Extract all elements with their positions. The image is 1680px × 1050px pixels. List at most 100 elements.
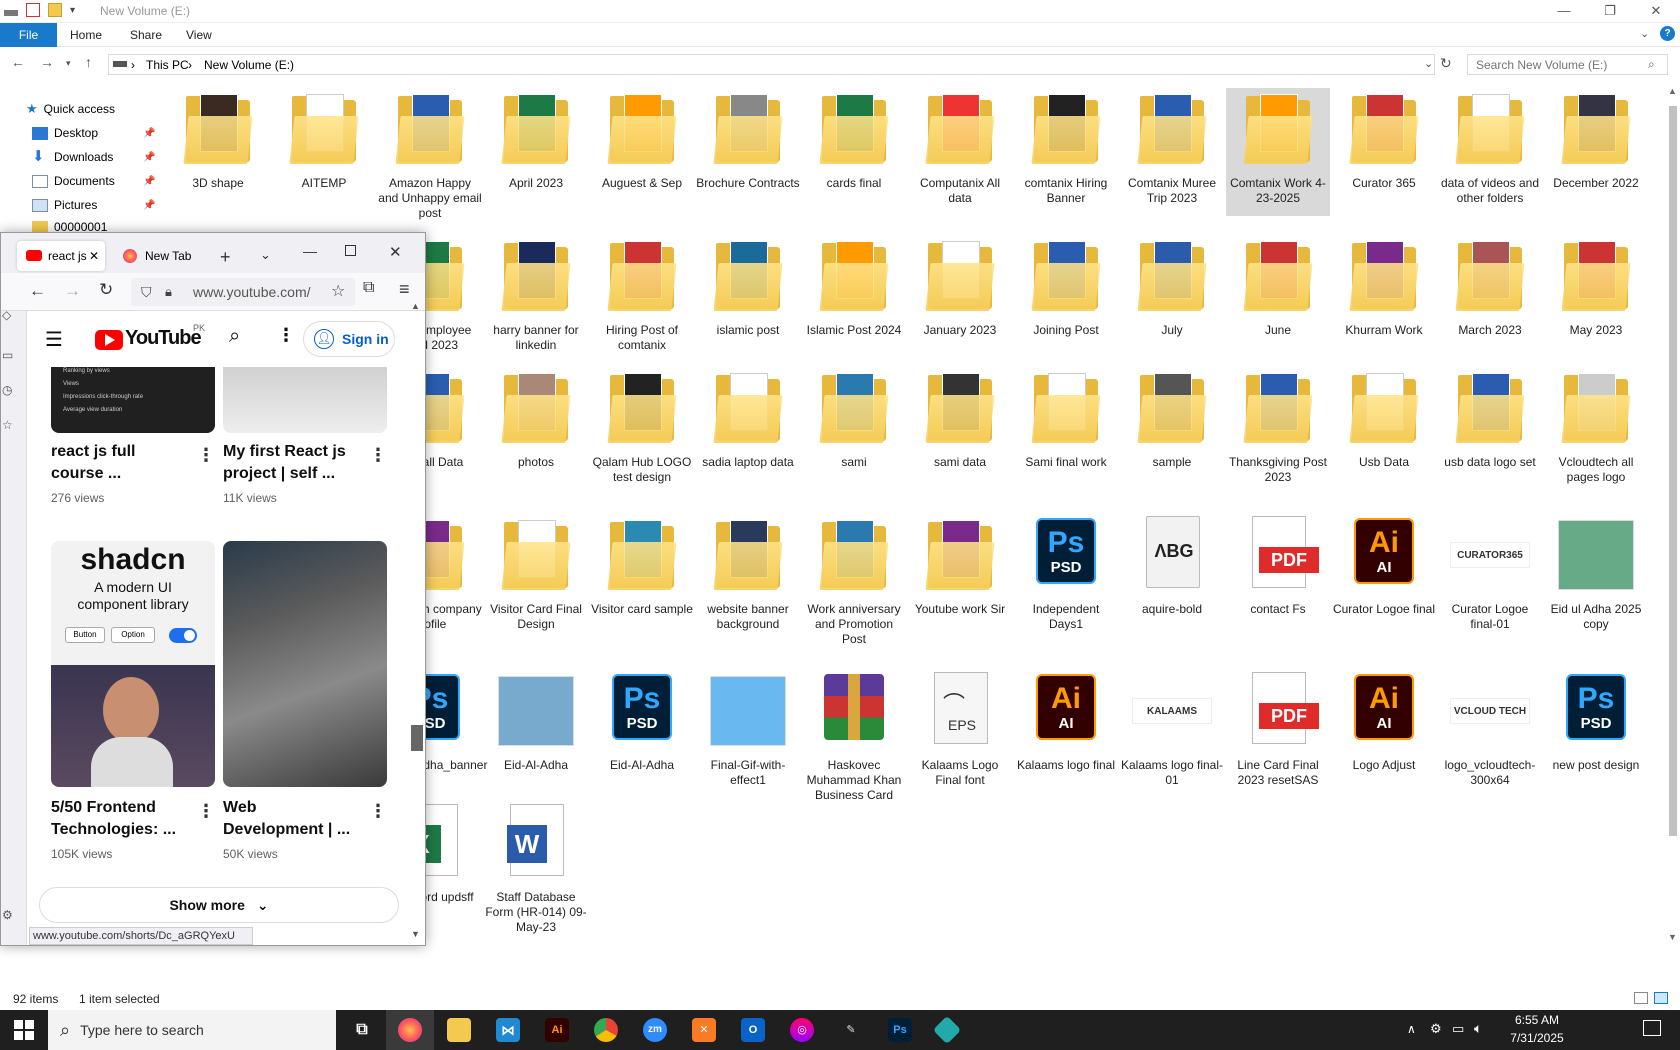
file-item[interactable]: sami [802,367,906,495]
page-scroll-up-icon[interactable]: ▲ [411,301,420,311]
file-item[interactable]: cards final [802,88,906,216]
file-item[interactable]: ⌒ EPS Kalaams Logo Final font [908,670,1012,800]
new-folder-icon[interactable] [48,3,62,17]
file-item[interactable]: Ai AI Kalaams logo final [1014,670,1118,800]
nav-desktop[interactable]: Desktop [32,122,98,144]
video-menu-icon[interactable]: ⋮ [197,445,215,466]
large-icons-view-icon[interactable] [1654,992,1668,1004]
file-item[interactable]: website banner background [696,514,800,642]
file-item[interactable]: April 2023 [484,88,588,216]
tab-share[interactable]: Share [116,23,176,47]
file-item[interactable]: Eid ul Adha 2025 copy [1544,514,1648,642]
file-item[interactable]: Comtanix Work 4-23-2025 [1226,88,1330,216]
file-explorer-taskbar-icon[interactable] [447,1018,471,1042]
file-item[interactable]: sami data [908,367,1012,495]
pen-tool-taskbar-icon[interactable]: ✎ [839,1018,863,1042]
file-item[interactable]: Brochure Contracts [696,88,800,216]
taskbar-search[interactable]: ⌕ Type here to search [48,1010,336,1050]
file-item[interactable]: islamic post [696,235,800,363]
file-item[interactable]: July [1120,235,1224,363]
refresh-icon[interactable]: ↻ [1440,55,1452,72]
file-item[interactable]: data of videos and other folders [1438,88,1542,216]
file-item[interactable]: W Staff Database Form (HR-014) 09-May-23 [484,802,588,934]
file-item[interactable]: Sami final work [1014,367,1118,495]
file-item[interactable]: harry banner for linkedin [484,235,588,363]
expand-ribbon-icon[interactable]: ⌄ [1640,27,1649,40]
file-item[interactable]: Curator 365 [1332,88,1436,216]
scroll-up-icon[interactable]: ▲ [1668,86,1677,96]
file-item[interactable]: Work anniversary and Promotion Post [802,514,906,646]
file-item[interactable]: photos [484,367,588,495]
file-item[interactable]: AITEMP [272,88,376,216]
file-item[interactable]: ΛBG aquire-bold [1120,514,1224,642]
file-item[interactable]: Ps PSD Independent Days1 [1014,514,1118,642]
pin-icon[interactable]: 📌 [143,200,155,211]
file-item[interactable]: PDF Line Card Final 2023 resetSAS [1226,670,1330,800]
browser-close-button[interactable]: ✕ [389,243,402,261]
video-title[interactable]: Web Development | ... [223,797,359,841]
file-item[interactable]: Ai AI Logo Adjust [1332,670,1436,800]
video-menu-icon[interactable]: ⋮ [369,445,387,466]
hamburger-menu-icon[interactable]: ☰ [45,327,63,352]
vertical-scrollbar[interactable]: ▲ ▼ [1666,86,1680,986]
video-thumbnail[interactable]: shadcn A modern UI component library But… [51,541,215,787]
show-hidden-icons[interactable]: ∧ [1407,1022,1416,1036]
tab-view[interactable]: View [172,23,226,47]
browser-menu-icon[interactable]: ≡ [399,279,410,300]
file-item[interactable]: PDF contact Fs [1226,514,1330,642]
file-item[interactable]: December 2022 [1544,88,1648,216]
breadcrumb-volume[interactable]: New Volume (E:) [204,58,294,72]
nav-pictures[interactable]: Pictures [32,194,97,216]
file-item[interactable]: Usb Data [1332,367,1436,495]
clock-date[interactable]: 7/31/2025 [1502,1031,1572,1045]
video-thumbnail[interactable] [223,541,387,787]
file-item[interactable]: Thanksgiving Post 2023 [1226,367,1330,495]
minimize-button[interactable]: — [1541,0,1587,23]
zoom-taskbar-icon[interactable]: zm [643,1018,667,1042]
pin-icon[interactable]: 📌 [143,128,155,139]
file-item[interactable]: usb data logo set [1438,367,1542,495]
video-thumbnail[interactable]: Ranking by views Views Impressions click… [51,367,215,433]
more-options-icon[interactable]: ⋮ [277,325,295,346]
address-bar[interactable]: › This PC › New Volume (E:) ⌄ [108,54,1435,75]
file-item[interactable]: March 2023 [1438,235,1542,363]
up-arrow-icon[interactable]: ↑ [85,54,92,70]
file-item[interactable]: Computanix All data [908,88,1012,216]
xampp-taskbar-icon[interactable]: ✕ [692,1018,716,1042]
file-item[interactable]: Vcloudtech all pages logo [1544,367,1648,495]
reload-icon[interactable]: ↻ [99,280,113,300]
breadcrumb-this-pc[interactable]: This PC [146,58,189,72]
network-settings-icon[interactable]: ⚙ [1430,1021,1442,1037]
pin-icon[interactable]: 📌 [143,176,155,187]
photoshop-taskbar-icon[interactable]: Ps [888,1018,912,1042]
page-scroll-down-icon[interactable]: ▼ [411,929,420,939]
file-item[interactable]: Eid-Al-Adha [484,670,588,800]
tab-file[interactable]: File [0,23,57,47]
file-item[interactable]: Ai AI Curator Logoe final [1332,514,1436,642]
notifications-icon[interactable] [1643,1020,1661,1036]
drive-icon[interactable] [4,10,18,16]
file-item[interactable]: Comtanix Muree Trip 2023 [1120,88,1224,216]
new-tab-button[interactable]: + [220,247,231,268]
show-more-button[interactable]: Show more ⌄ [39,887,399,923]
task-view-icon[interactable]: ⧉ [350,1018,374,1042]
page-scrollbar[interactable]: ▲ ▼ [411,297,423,947]
file-item[interactable]: sample [1120,367,1224,495]
sign-in-button[interactable]: 👤︎ Sign in [303,321,395,357]
details-view-icon[interactable] [1634,992,1648,1004]
file-item[interactable]: Visitor Card Final Design [484,514,588,642]
network-icon[interactable]: ▭ [1452,1021,1464,1037]
illustrator-taskbar-icon[interactable]: Ai [545,1018,569,1042]
file-item[interactable]: Youtube work Sir [908,514,1012,642]
file-item[interactable]: CURATOR365 Curator Logoe final-01 [1438,514,1542,642]
help-icon[interactable]: ? [1660,26,1675,41]
browser-minimize-button[interactable]: — [303,243,317,259]
list-tabs-icon[interactable]: ⌄ [260,247,271,263]
properties-icon[interactable] [26,3,40,17]
nav-downloads[interactable]: ⬇ Downloads [32,146,113,168]
file-item[interactable]: sadia laptop data [696,367,800,495]
file-item[interactable]: Haskovec Muhammad Khan Business Card [802,670,906,802]
page-scroll-thumb[interactable] [411,725,423,751]
address-dropdown-icon[interactable]: ⌄ [1424,57,1433,70]
file-item[interactable]: June [1226,235,1330,363]
